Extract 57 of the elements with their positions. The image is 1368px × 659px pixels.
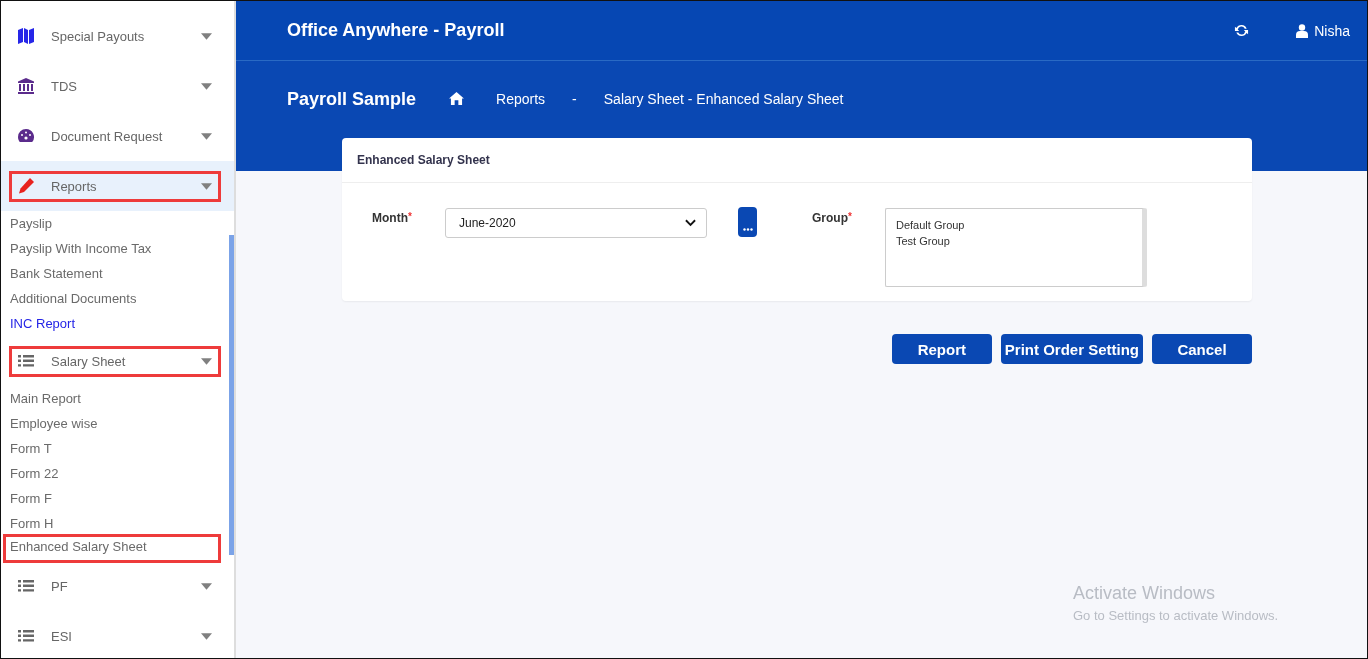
action-button[interactable]: Cancel xyxy=(1152,334,1252,364)
sidebar-link[interactable]: Enhanced Salary Sheet xyxy=(3,534,221,563)
sidebar-link[interactable]: INC Report xyxy=(1,311,221,336)
caret-icon xyxy=(201,582,212,590)
map-icon xyxy=(17,27,35,45)
ellipsis-icon xyxy=(742,228,753,231)
home-icon[interactable] xyxy=(449,92,465,105)
sidebar-link[interactable]: Additional Documents xyxy=(1,286,221,311)
sidebar-group-item[interactable]: Salary Sheet xyxy=(9,345,221,377)
caret-icon xyxy=(201,82,212,90)
caret-icon xyxy=(201,32,212,40)
user-icon xyxy=(1296,23,1309,38)
sidebar-link[interactable]: Employee wise xyxy=(1,411,221,436)
caret-icon xyxy=(201,132,212,140)
breadcrumb-item: - xyxy=(572,90,577,109)
more-button[interactable] xyxy=(738,207,757,237)
breadcrumb-item: Reports xyxy=(496,90,546,109)
sidebar-link[interactable]: Main Report xyxy=(1,386,221,411)
refresh-icon[interactable] xyxy=(1234,23,1250,38)
card-title: Enhanced Salary Sheet xyxy=(342,138,1252,183)
sidebar-group-item[interactable]: TDS xyxy=(9,70,221,102)
list-icon xyxy=(17,577,35,595)
sidebar-link[interactable]: Form H xyxy=(1,511,221,536)
list-icon xyxy=(17,352,35,370)
gauge-icon xyxy=(17,127,35,145)
group-listbox[interactable]: Default Group Test Group xyxy=(885,208,1147,287)
action-button[interactable]: Report xyxy=(891,334,992,364)
activation-text: Go to Settings to activate Windows. xyxy=(1073,608,1279,623)
sidebar-group-item[interactable]: ESI xyxy=(9,620,221,652)
sidebar-group-item[interactable]: PF xyxy=(9,570,221,602)
caret-icon xyxy=(201,182,212,190)
sidebar-link[interactable]: Payslip With Income Tax xyxy=(1,236,221,261)
chevron-down-icon xyxy=(685,219,696,227)
sidebar-link[interactable]: Form F xyxy=(1,486,221,511)
sidebar-link[interactable]: Bank Statement xyxy=(1,261,221,286)
sidebar-link[interactable]: Payslip xyxy=(1,211,221,236)
sidebar-link[interactable]: Form 22 xyxy=(1,461,221,486)
sidebar-group-item[interactable]: Document Request xyxy=(9,120,221,152)
caret-icon xyxy=(201,632,212,640)
sidebar-link[interactable]: Form T xyxy=(1,436,221,461)
sidebar-group-item[interactable]: Special Payouts xyxy=(9,20,221,52)
list-option[interactable]: Default Group xyxy=(896,217,1132,233)
activation-title: Activate Windows xyxy=(1073,583,1217,604)
bank-icon xyxy=(17,77,35,95)
field-label: Month* xyxy=(372,210,413,225)
caret-icon xyxy=(201,357,212,365)
pencil-icon xyxy=(17,177,35,195)
app-title: Office Anywhere - Payroll xyxy=(287,20,506,41)
user-menu[interactable]: Nisha xyxy=(1296,22,1350,39)
sidebar-group-item[interactable]: Reports xyxy=(9,170,221,202)
company-name: Payroll Sample xyxy=(287,89,417,110)
month-select[interactable]: June-2020 xyxy=(445,208,707,238)
breadcrumb-item: Salary Sheet - Enhanced Salary Sheet xyxy=(603,90,844,109)
field-label: Group* xyxy=(812,210,853,225)
action-button[interactable]: Print Order Setting xyxy=(1000,334,1143,364)
list-icon xyxy=(17,627,35,645)
list-option[interactable]: Test Group xyxy=(896,233,1132,249)
